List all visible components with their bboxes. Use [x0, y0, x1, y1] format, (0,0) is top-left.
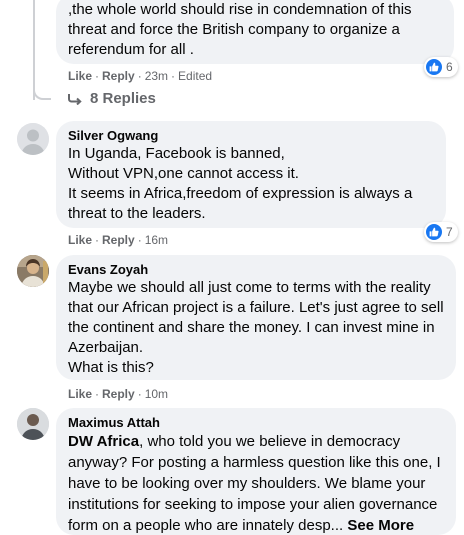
comment-line: What is this? [68, 359, 154, 376]
comment-bubble-2: Silver Ogwang In Uganda, Facebook is ban… [56, 121, 446, 228]
comment-actions-1: Like · Reply · 23m · Edited [68, 69, 213, 83]
comment-line: referendum for all . [68, 41, 194, 58]
reaction-count: 6 [446, 60, 453, 74]
comment-text-4: DW Africa, who told you we believe in de… [68, 431, 444, 535]
reaction-count-1[interactable]: 6 [424, 57, 458, 77]
comment-line: that our African project is a failure. L… [68, 299, 444, 316]
profile-photo [17, 255, 49, 287]
profile-photo [17, 408, 49, 440]
page-mention-link[interactable]: DW Africa [68, 433, 139, 450]
comment-text-1: ,the whole world should rise in condemna… [68, 0, 442, 60]
comment-line: threat to the leaders. [68, 205, 206, 222]
comment-line: have to be looking over my shoulders. We… [68, 475, 426, 492]
comment-author[interactable]: Maximus Attah [68, 414, 444, 431]
see-more-link[interactable]: See More [347, 517, 414, 534]
comment-line: Maybe we should all just come to terms w… [68, 279, 431, 296]
comment-line: institutions for seeking to impose your … [68, 496, 438, 513]
replies-count-label: 8 Replies [90, 90, 156, 107]
like-link[interactable]: Like [68, 233, 92, 247]
reaction-count-2[interactable]: 7 [424, 222, 458, 242]
timestamp[interactable]: 10m [145, 387, 168, 401]
view-replies-link[interactable]: 8 Replies [68, 90, 156, 107]
comment-truncated-text: form on a people who are innately desp..… [68, 517, 344, 534]
like-reaction-icon [426, 59, 442, 75]
reply-link[interactable]: Reply [102, 69, 135, 83]
comment-line: the continent and share the money. I can… [68, 319, 435, 336]
comment-line-rest: , who told you we believe in democracy [139, 433, 401, 450]
comment-line: Without VPN,one cannot access it. [68, 165, 299, 182]
comment-text-2: In Uganda, Facebook is banned, Without V… [68, 144, 434, 224]
reply-link[interactable]: Reply [102, 387, 135, 401]
comment-line: DW Africa, who told you we believe in de… [68, 431, 444, 452]
comment-bubble-1: ,the whole world should rise in condemna… [56, 0, 454, 64]
edited-label: Edited [178, 69, 213, 83]
comment-author[interactable]: Evans Zoyah [68, 261, 444, 278]
comment-line: form on a people who are innately desp..… [68, 515, 444, 535]
like-link[interactable]: Like [68, 69, 92, 83]
comment-actions-3: Like · Reply · 10m [68, 387, 169, 401]
comment-bubble-3: Evans Zoyah Maybe we should all just com… [56, 255, 456, 380]
timestamp[interactable]: 16m [145, 233, 168, 247]
comment-line: It seems in Africa,freedom of expression… [68, 185, 413, 202]
reply-link[interactable]: Reply [102, 233, 135, 247]
like-link[interactable]: Like [68, 387, 92, 401]
default-avatar-icon [17, 123, 49, 155]
avatar[interactable] [17, 123, 49, 155]
comment-bubble-4: Maximus Attah DW Africa, who told you we… [56, 408, 456, 535]
avatar[interactable] [17, 408, 49, 440]
comment-text-3: Maybe we should all just come to terms w… [68, 278, 444, 378]
avatar[interactable] [17, 255, 49, 287]
reply-arrow-icon [68, 93, 82, 105]
comment-author[interactable]: Silver Ogwang [68, 127, 434, 144]
timestamp[interactable]: 23m [145, 69, 168, 83]
comment-line: Azerbaijan. [68, 339, 144, 356]
reply-thread-curve [33, 84, 51, 100]
like-reaction-icon [426, 224, 442, 240]
comment-line: anyway? For posting a harmless question … [68, 454, 441, 471]
comment-actions-2: Like · Reply · 16m [68, 233, 169, 247]
reaction-count: 7 [446, 225, 453, 239]
comment-line: In Uganda, Facebook is banned, [68, 145, 285, 162]
comment-line: ,the whole world should rise in condemna… [68, 1, 412, 18]
comment-line: threat and force the British company to … [68, 21, 400, 38]
